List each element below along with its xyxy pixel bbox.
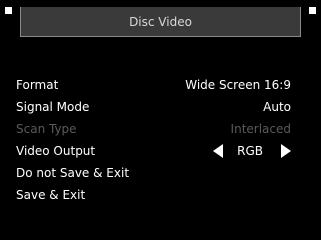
signal-mode-value: Auto <box>263 100 291 114</box>
menu-item-format[interactable]: Format Wide Screen 16:9 <box>16 74 291 96</box>
signal-mode-label: Signal Mode <box>16 100 90 114</box>
scan-type-label: Scan Type <box>16 122 77 136</box>
menu-item-do-not-save-exit[interactable]: Do not Save & Exit <box>16 162 291 184</box>
format-label: Format <box>16 78 59 92</box>
menu-item-scan-type: Scan Type Interlaced <box>16 118 291 140</box>
video-output-selector[interactable]: RGB <box>213 144 291 158</box>
menu-item-video-output[interactable]: Video Output RGB <box>16 140 291 162</box>
scan-type-value: Interlaced <box>230 122 291 136</box>
arrow-right-icon[interactable] <box>281 144 291 158</box>
video-output-label: Video Output <box>16 144 96 158</box>
menu-item-signal-mode[interactable]: Signal Mode Auto <box>16 96 291 118</box>
save-exit-label: Save & Exit <box>16 188 86 202</box>
do-not-save-exit-label: Do not Save & Exit <box>16 166 130 180</box>
video-output-value: RGB <box>237 144 263 158</box>
corner-mark-left <box>5 7 12 14</box>
format-value: Wide Screen 16:9 <box>185 78 291 92</box>
settings-menu: Format Wide Screen 16:9 Signal Mode Auto… <box>16 74 291 206</box>
arrow-left-icon[interactable] <box>213 144 224 158</box>
title-bar: Disc Video <box>20 7 301 37</box>
corner-mark-right <box>309 7 316 14</box>
menu-title: Disc Video <box>129 14 192 29</box>
menu-item-save-exit[interactable]: Save & Exit <box>16 184 291 206</box>
